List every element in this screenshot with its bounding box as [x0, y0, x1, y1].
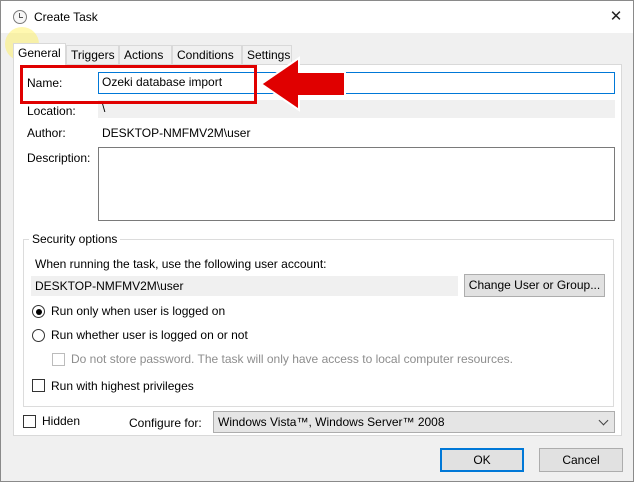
- configure-for-label: Configure for:: [129, 416, 202, 430]
- create-task-dialog: Create Task ✕ General Triggers Actions C…: [0, 0, 634, 482]
- configure-for-dropdown[interactable]: Windows Vista™, Windows Server™ 2008: [213, 411, 615, 433]
- author-value: DESKTOP-NMFMV2M\user: [102, 126, 251, 140]
- tab-actions[interactable]: Actions: [119, 45, 172, 65]
- tab-general[interactable]: General: [13, 43, 66, 65]
- hidden-checkbox[interactable]: [23, 415, 36, 428]
- annotation-arrow-icon: [259, 56, 346, 112]
- change-user-button[interactable]: Change User or Group...: [464, 274, 605, 297]
- highest-privileges-checkbox[interactable]: [32, 379, 45, 392]
- highest-privileges-label: Run with highest privileges: [51, 379, 194, 393]
- run-logged-on-radio[interactable]: [32, 305, 45, 318]
- location-label: Location:: [27, 104, 76, 118]
- tab-triggers[interactable]: Triggers: [66, 45, 119, 65]
- author-label: Author:: [27, 126, 66, 140]
- user-account-prompt: When running the task, use the following…: [35, 257, 327, 271]
- description-label: Description:: [27, 151, 91, 165]
- ok-button[interactable]: OK: [440, 448, 524, 472]
- annotation-highlight-box: [20, 65, 257, 104]
- run-logged-on-label: Run only when user is logged on: [51, 304, 226, 318]
- chevron-down-icon: [598, 415, 609, 426]
- cancel-button[interactable]: Cancel: [539, 448, 623, 472]
- clock-icon: [13, 10, 27, 24]
- tab-conditions[interactable]: Conditions: [172, 45, 242, 65]
- configure-for-value: Windows Vista™, Windows Server™ 2008: [218, 415, 445, 429]
- run-whether-radio[interactable]: [32, 329, 45, 342]
- security-options-legend: Security options: [29, 232, 121, 246]
- description-input[interactable]: [98, 147, 615, 221]
- window-title: Create Task: [34, 10, 98, 24]
- no-store-password-label: Do not store password. The task will onl…: [71, 352, 513, 366]
- close-button[interactable]: ✕: [603, 5, 629, 29]
- no-store-password-checkbox[interactable]: [52, 353, 65, 366]
- user-account-value: DESKTOP-NMFMV2M\user: [31, 276, 458, 296]
- hidden-label: Hidden: [42, 414, 81, 428]
- run-whether-label: Run whether user is logged on or not: [51, 328, 248, 342]
- title-bar: Create Task ✕: [1, 1, 633, 33]
